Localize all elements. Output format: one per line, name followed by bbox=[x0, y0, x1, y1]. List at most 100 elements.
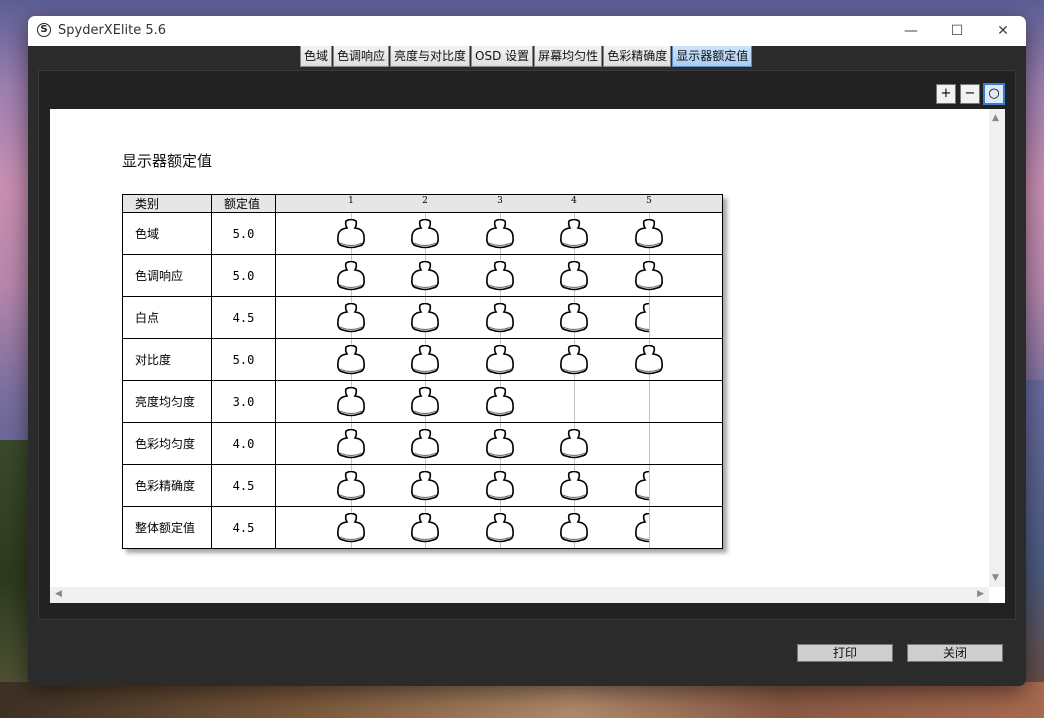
rating-mark bbox=[558, 303, 590, 333]
rating-mark-icon bbox=[337, 513, 365, 543]
scroll-down-icon[interactable]: ▼ bbox=[992, 573, 999, 583]
table-row: 白点 4.5 bbox=[122, 296, 723, 339]
rating-mark-icon bbox=[411, 303, 439, 333]
category-cell: 亮度均匀度 bbox=[122, 380, 212, 423]
title-bar[interactable]: S SpyderXElite 5.6 — ☐ ✕ bbox=[28, 16, 1026, 46]
rating-mark-icon bbox=[635, 219, 663, 249]
print-button[interactable]: 打印 bbox=[797, 644, 893, 662]
rating-mark-icon bbox=[411, 261, 439, 291]
zoom-out-button[interactable]: − bbox=[960, 84, 980, 104]
rating-bar-cell bbox=[275, 464, 723, 507]
rating-mark bbox=[335, 303, 367, 333]
rating-half-mark bbox=[633, 513, 665, 543]
table-row: 色调响应 5.0 bbox=[122, 254, 723, 297]
close-button[interactable]: 关闭 bbox=[907, 644, 1003, 662]
rating-value-cell: 3.0 bbox=[211, 380, 276, 423]
zoom-fit-icon: ○ bbox=[988, 86, 1000, 101]
rating-mark-icon bbox=[337, 345, 365, 375]
rating-mark-icon bbox=[560, 471, 588, 501]
tab-screen-uniformity[interactable]: 屏幕均匀性 bbox=[534, 46, 603, 67]
rating-mark-icon bbox=[486, 261, 514, 291]
rating-mark bbox=[558, 429, 590, 459]
rating-mark bbox=[558, 345, 590, 375]
table-row: 亮度均匀度 3.0 bbox=[122, 380, 723, 423]
rating-mark-icon bbox=[486, 471, 514, 501]
rating-mark bbox=[335, 429, 367, 459]
rating-mark-icon bbox=[337, 219, 365, 249]
rating-mark-icon bbox=[560, 513, 588, 543]
scale-label: 1 bbox=[348, 196, 354, 206]
rating-mark-icon bbox=[486, 303, 514, 333]
tab-tone-response[interactable]: 色调响应 bbox=[333, 46, 390, 67]
horizontal-scrollbar[interactable]: ◀ ▶ bbox=[50, 587, 989, 603]
desktop-wallpaper-town bbox=[0, 682, 1044, 718]
rating-mark bbox=[633, 219, 665, 249]
rating-mark bbox=[558, 261, 590, 291]
rating-mark-icon bbox=[635, 471, 649, 501]
scroll-left-icon[interactable]: ◀ bbox=[55, 589, 62, 599]
rating-mark-icon bbox=[411, 345, 439, 375]
rating-value-cell: 4.0 bbox=[211, 422, 276, 465]
desktop-wallpaper-edge bbox=[1026, 380, 1044, 700]
rating-mark-icon bbox=[560, 261, 588, 291]
category-cell: 色彩均匀度 bbox=[122, 422, 212, 465]
tab-brightness-contrast[interactable]: 亮度与对比度 bbox=[390, 46, 471, 67]
rating-mark bbox=[335, 345, 367, 375]
category-cell: 对比度 bbox=[122, 338, 212, 381]
zoom-fit-button[interactable]: ○ bbox=[983, 83, 1005, 105]
rating-mark-icon bbox=[486, 429, 514, 459]
rating-mark bbox=[484, 471, 516, 501]
rating-half-mark bbox=[633, 303, 665, 333]
rating-mark-icon bbox=[635, 345, 663, 375]
rating-mark-icon bbox=[337, 261, 365, 291]
zoom-in-button[interactable]: + bbox=[936, 84, 956, 104]
vertical-scrollbar[interactable]: ▲ ▼ bbox=[989, 109, 1005, 587]
tab-color-accuracy[interactable]: 色彩精确度 bbox=[603, 46, 672, 67]
tab-gamut[interactable]: 色域 bbox=[300, 46, 333, 67]
rating-mark bbox=[335, 387, 367, 417]
rating-mark bbox=[409, 219, 441, 249]
rating-value-cell: 4.5 bbox=[211, 464, 276, 507]
rating-mark bbox=[633, 261, 665, 291]
rating-mark bbox=[335, 261, 367, 291]
maximize-button[interactable]: ☐ bbox=[934, 16, 980, 46]
rating-mark bbox=[633, 345, 665, 375]
rating-mark bbox=[484, 303, 516, 333]
app-window: S SpyderXElite 5.6 — ☐ ✕ 色域 色调响应 亮度与对比度 … bbox=[28, 16, 1026, 686]
rating-mark-icon bbox=[560, 303, 588, 333]
rating-value-cell: 4.5 bbox=[211, 296, 276, 339]
rating-mark-icon bbox=[486, 219, 514, 249]
rating-mark-icon bbox=[411, 219, 439, 249]
rating-mark-icon bbox=[635, 303, 649, 333]
rating-bar-cell bbox=[275, 506, 723, 549]
rating-mark bbox=[409, 345, 441, 375]
rating-mark-icon bbox=[411, 387, 439, 417]
category-cell: 色调响应 bbox=[122, 254, 212, 297]
report-tabs: 色域 色调响应 亮度与对比度 OSD 设置 屏幕均匀性 色彩精确度 显示器额定值 bbox=[300, 46, 753, 68]
scale-label: 3 bbox=[497, 196, 503, 206]
rating-mark-icon bbox=[337, 303, 365, 333]
rating-mark bbox=[409, 513, 441, 543]
window-close-button[interactable]: ✕ bbox=[980, 16, 1026, 46]
scale-gridline bbox=[649, 423, 650, 464]
minimize-button[interactable]: — bbox=[888, 16, 934, 46]
scroll-up-icon[interactable]: ▲ bbox=[992, 113, 999, 123]
tab-osd-settings[interactable]: OSD 设置 bbox=[471, 46, 534, 67]
report-view: 显示器额定值 类别 额定值 12345 色域 5.0 色调响应 5.0 白点 4… bbox=[50, 109, 1005, 603]
zoom-out-icon: − bbox=[964, 86, 976, 101]
rating-bar-cell bbox=[275, 422, 723, 465]
rating-bar-cell bbox=[275, 296, 723, 339]
rating-mark bbox=[409, 387, 441, 417]
rating-bar-cell bbox=[275, 212, 723, 255]
desktop-wallpaper-trees bbox=[0, 440, 30, 718]
scale-label: 5 bbox=[646, 196, 652, 206]
scroll-right-icon[interactable]: ▶ bbox=[977, 589, 984, 599]
rating-mark-icon bbox=[635, 513, 649, 543]
rating-mark-icon bbox=[411, 513, 439, 543]
rating-mark-icon bbox=[337, 429, 365, 459]
rating-value-cell: 5.0 bbox=[211, 212, 276, 255]
scale-gridline bbox=[649, 381, 650, 422]
table-row: 对比度 5.0 bbox=[122, 338, 723, 381]
window-title: SpyderXElite 5.6 bbox=[58, 23, 167, 38]
tab-display-rating[interactable]: 显示器额定值 bbox=[672, 46, 753, 67]
